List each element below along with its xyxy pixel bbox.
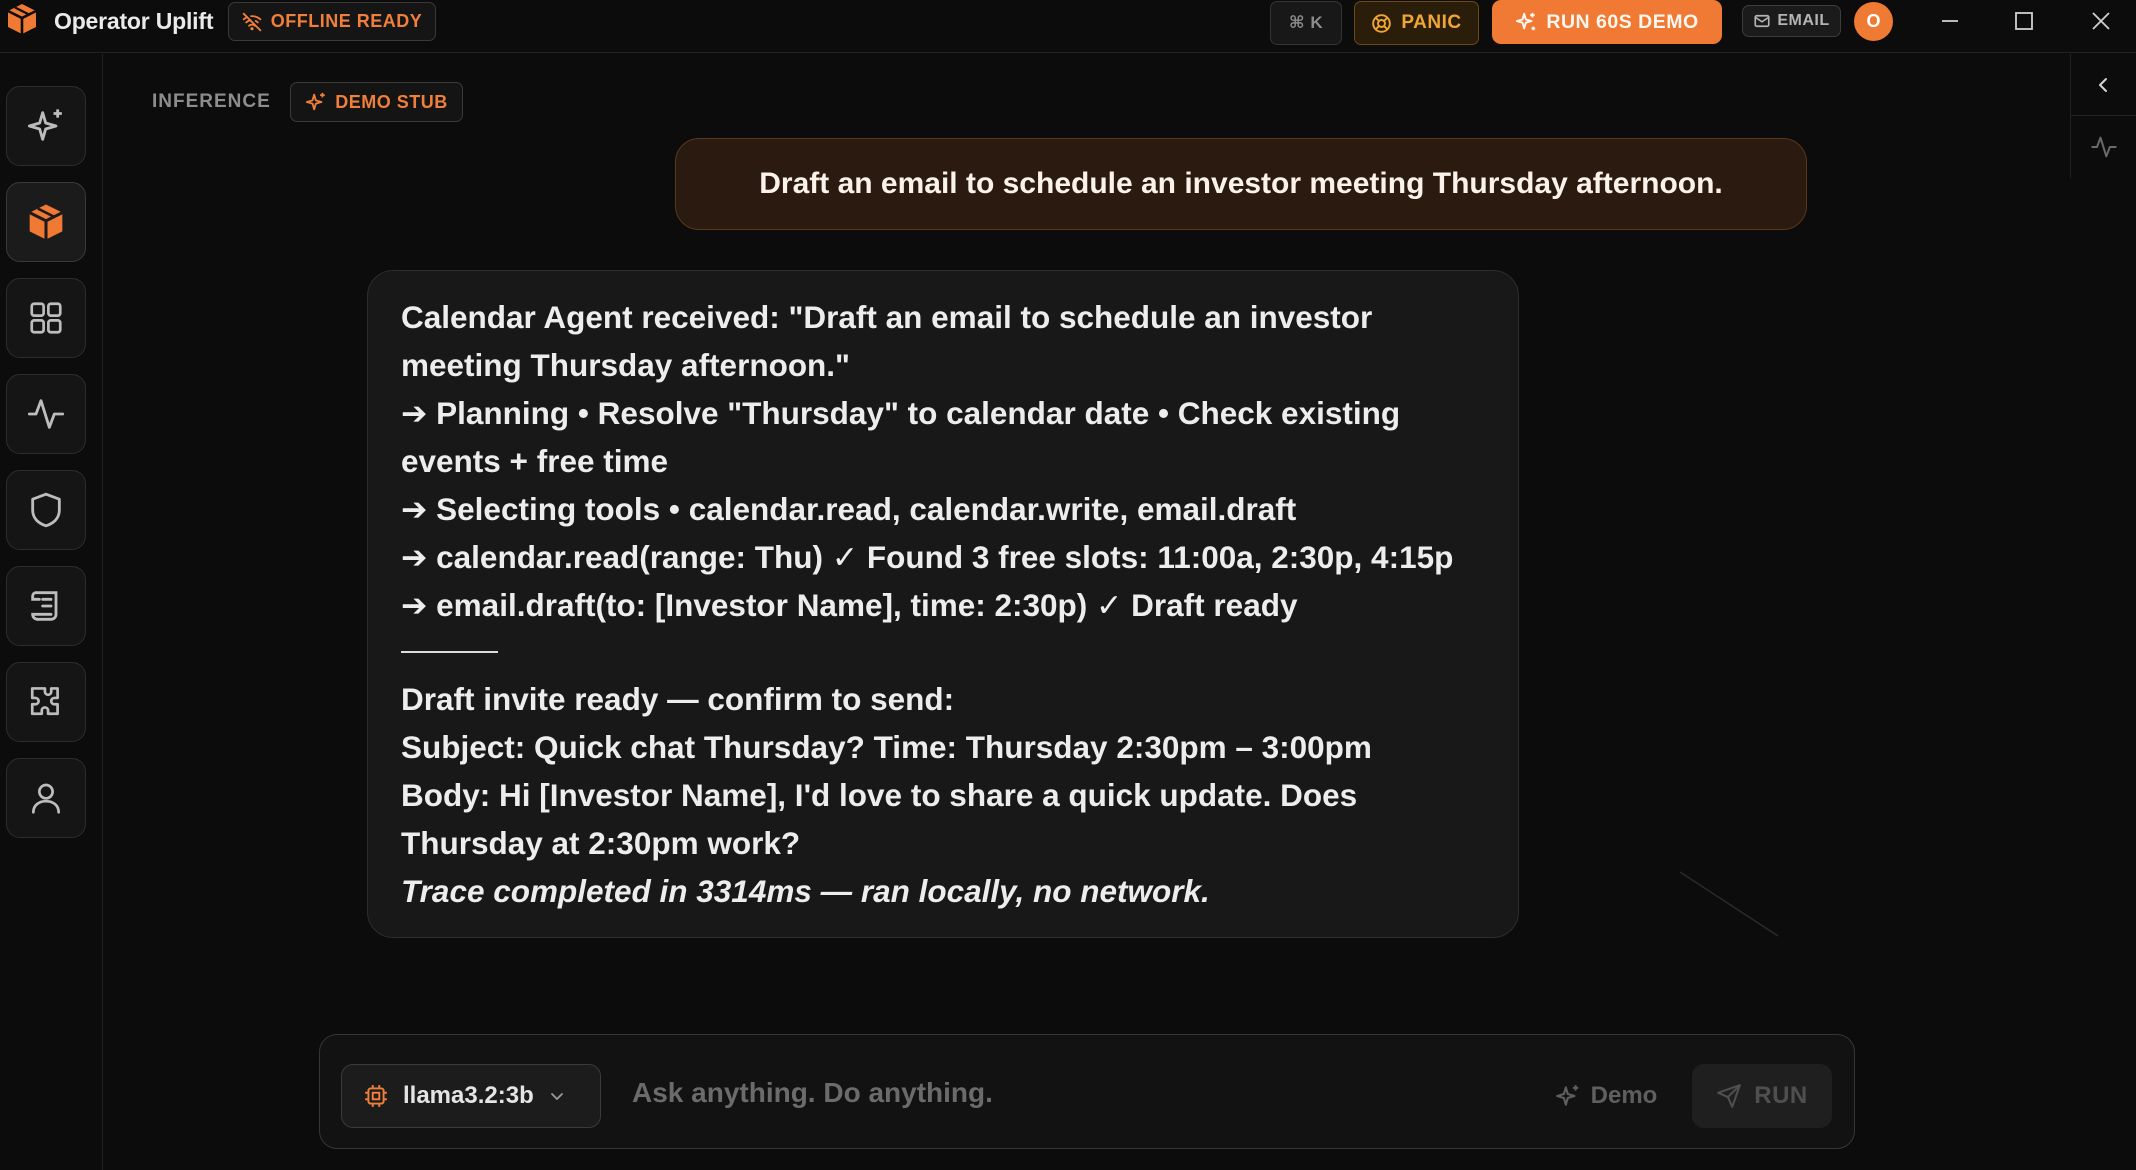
- email-button[interactable]: EMAIL: [1742, 5, 1841, 37]
- draft-line-subject: Subject: Quick chat Thursday? Time: Thur…: [401, 729, 1372, 765]
- sparkles-icon: [1555, 1085, 1578, 1106]
- user-message-bubble: Draft an email to schedule an investor m…: [675, 138, 1807, 230]
- right-panel-rail: [2070, 54, 2136, 178]
- app-name: Operator Uplift: [54, 8, 214, 34]
- mail-icon: [1754, 14, 1770, 28]
- rail-item-user[interactable]: [6, 758, 86, 838]
- inference-label: INFERENCE: [152, 91, 271, 112]
- lifebuoy-icon: [1372, 13, 1392, 33]
- puzzle-icon: [30, 687, 59, 716]
- demo-stub-badge: DEMO STUB: [290, 82, 463, 122]
- close-button[interactable]: [2081, 2, 2121, 40]
- close-icon: [2092, 12, 2110, 30]
- title-bar: Operator Uplift OFFLINE READY ⌘ K PANIC …: [0, 0, 2136, 53]
- model-selector[interactable]: llama3.2:3b: [341, 1064, 601, 1128]
- demo-button[interactable]: Demo: [1546, 1064, 1666, 1128]
- maximize-icon: [2015, 12, 2033, 30]
- run-demo-label: RUN 60S DEMO: [1546, 10, 1699, 33]
- decorative-line: [1680, 871, 1779, 937]
- agent-line-planning: ➔ Planning • Resolve "Thursday" to calen…: [401, 395, 1409, 479]
- user-avatar[interactable]: O: [1854, 2, 1893, 41]
- activity-icon: [27, 399, 65, 429]
- sparkles-icon: [1516, 12, 1536, 31]
- activity-icon: [2091, 136, 2117, 158]
- offline-ready-label: OFFLINE READY: [270, 11, 423, 31]
- app-logo-icon: [7, 4, 37, 34]
- model-name: llama3.2:3b: [403, 1082, 534, 1109]
- box-icon: [28, 204, 64, 240]
- panic-button[interactable]: PANIC: [1354, 1, 1479, 45]
- run-demo-button[interactable]: RUN 60S DEMO: [1492, 0, 1722, 44]
- chevron-left-icon: [2099, 77, 2107, 92]
- cpu-icon: [365, 1085, 387, 1107]
- draft-line-confirm: Draft invite ready — confirm to send:: [401, 681, 955, 717]
- command-palette-button[interactable]: ⌘ K: [1270, 1, 1342, 45]
- composer: llama3.2:3b Demo RUN: [319, 1034, 1855, 1149]
- rail-item-sparkles[interactable]: [6, 86, 86, 166]
- wifi-off-icon: [242, 12, 261, 31]
- rail-item-scroll[interactable]: [6, 566, 86, 646]
- offline-ready-badge[interactable]: OFFLINE READY: [228, 2, 436, 41]
- activity-panel-button[interactable]: [2071, 116, 2136, 178]
- agent-response-bubble: Calendar Agent received: "Draft an email…: [367, 270, 1519, 938]
- prompt-input[interactable]: [632, 1063, 1512, 1123]
- agent-line-received: Calendar Agent received: "Draft an email…: [401, 299, 1382, 383]
- rail-item-grid[interactable]: [6, 278, 86, 358]
- minimize-button[interactable]: [1930, 2, 1970, 40]
- demo-button-label: Demo: [1590, 1082, 1658, 1109]
- email-label: EMAIL: [1777, 12, 1830, 29]
- agent-line-tools: ➔ Selecting tools • calendar.read, calen…: [401, 491, 1297, 527]
- minimize-icon: [1942, 20, 1958, 22]
- agent-line-execution: ➔ calendar.read(range: Thu) ✓ Found 3 fr…: [401, 539, 1463, 623]
- shield-icon: [31, 492, 61, 528]
- divider: [401, 651, 498, 653]
- chevron-down-icon: [550, 1093, 563, 1100]
- maximize-button[interactable]: [2004, 2, 2044, 40]
- demo-stub-label: DEMO STUB: [335, 91, 448, 112]
- sparkles-icon: [306, 92, 325, 111]
- send-icon: [1717, 1084, 1742, 1108]
- user-icon: [31, 783, 61, 814]
- rail-item-box[interactable]: [6, 182, 86, 262]
- run-button[interactable]: RUN: [1692, 1064, 1832, 1128]
- rail-item-shield[interactable]: [6, 470, 86, 550]
- grid-icon: [30, 302, 62, 334]
- left-rail: [0, 54, 103, 1170]
- trace-line: Trace completed in 3314ms — ran locally,…: [401, 873, 1210, 909]
- rail-item-activity[interactable]: [6, 374, 86, 454]
- collapse-panel-button[interactable]: [2071, 54, 2136, 116]
- panic-label: PANIC: [1401, 12, 1462, 33]
- run-button-label: RUN: [1754, 1082, 1808, 1109]
- scroll-icon: [31, 591, 58, 621]
- draft-line-body: Body: Hi [Investor Name], I'd love to sh…: [401, 777, 1366, 861]
- sparkles-icon: [27, 109, 62, 141]
- rail-item-puzzle[interactable]: [6, 662, 86, 742]
